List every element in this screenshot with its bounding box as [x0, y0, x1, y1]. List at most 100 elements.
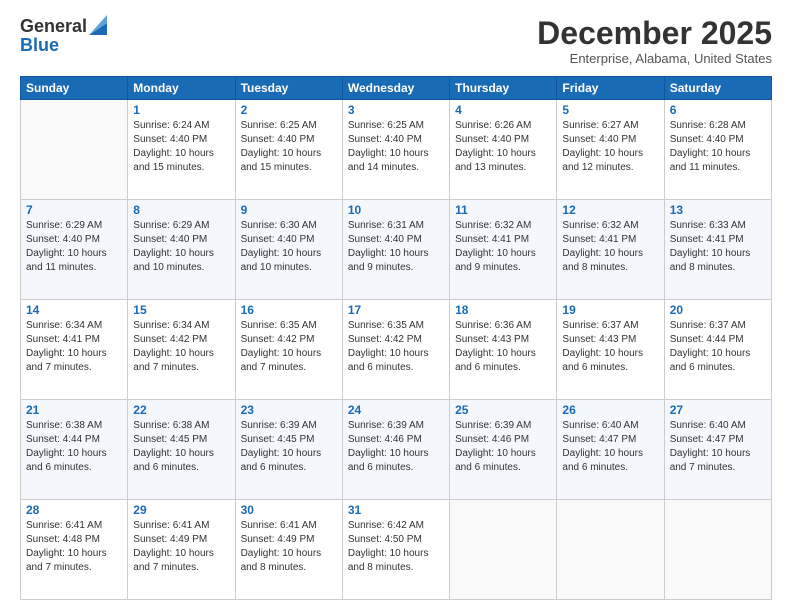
day-info: Sunrise: 6:25 AMSunset: 4:40 PMDaylight:… — [241, 119, 337, 175]
day-number: 20 — [670, 303, 766, 317]
month-title: December 2025 — [537, 16, 772, 51]
day-info: Sunrise: 6:24 AMSunset: 4:40 PMDaylight:… — [133, 119, 229, 175]
day-info: Sunrise: 6:41 AMSunset: 4:49 PMDaylight:… — [133, 519, 229, 575]
table-row: 30Sunrise: 6:41 AMSunset: 4:49 PMDayligh… — [235, 500, 342, 600]
day-info: Sunrise: 6:32 AMSunset: 4:41 PMDaylight:… — [455, 219, 551, 275]
day-number: 7 — [26, 203, 122, 217]
table-row: 5Sunrise: 6:27 AMSunset: 4:40 PMDaylight… — [557, 100, 664, 200]
day-info: Sunrise: 6:41 AMSunset: 4:48 PMDaylight:… — [26, 519, 122, 575]
day-number: 18 — [455, 303, 551, 317]
table-row: 27 Sunrise: 6:40 AMSunset: 4:47 PMDayligh… — [664, 400, 771, 500]
day-number: 31 — [348, 503, 444, 517]
table-row: 31 Sunrise: 6:42 AMSunset: 4:50 PMDayligh… — [342, 500, 449, 600]
day-number: 26 — [562, 403, 658, 417]
day-number: 22 — [133, 403, 229, 417]
day-info: Sunrise: 6:29 AMSunset: 4:40 PMDaylight:… — [26, 219, 122, 275]
table-row: 6 Sunrise: 6:28 AMSunset: 4:40 PMDaylight… — [664, 100, 771, 200]
day-info: Sunrise: 6:35 AMSunset: 4:42 PMDaylight:… — [348, 319, 444, 375]
table-row: 16Sunrise: 6:35 AMSunset: 4:42 PMDayligh… — [235, 300, 342, 400]
day-info: Sunrise: 6:40 AMSunset: 4:47 PMDaylight:… — [670, 419, 766, 475]
day-info: Sunrise: 6:40 AMSunset: 4:47 PMDaylight:… — [562, 419, 658, 475]
logo: General Blue — [20, 16, 107, 56]
day-info: Sunrise: 6:30 AMSunset: 4:40 PMDaylight:… — [241, 219, 337, 275]
col-header-saturday: Saturday — [664, 77, 771, 100]
table-row: 24 Sunrise: 6:39 AMSunset: 4:46 PMDayligh… — [342, 400, 449, 500]
table-row: 11 Sunrise: 6:32 AMSunset: 4:41 PMDayligh… — [450, 200, 557, 300]
day-number: 12 — [562, 203, 658, 217]
table-row: 1 Sunrise: 6:24 AMSunset: 4:40 PMDaylight… — [128, 100, 235, 200]
logo-icon — [89, 15, 107, 35]
calendar-table: SundayMondayTuesdayWednesdayThursdayFrid… — [20, 76, 772, 600]
table-row: 14 Sunrise: 6:34 AMSunset: 4:41 PMDayligh… — [21, 300, 128, 400]
day-number: 8 — [133, 203, 229, 217]
day-info: Sunrise: 6:42 AMSunset: 4:50 PMDaylight:… — [348, 519, 444, 575]
day-number: 5 — [562, 103, 658, 117]
table-row: 13 Sunrise: 6:33 AMSunset: 4:41 PMDayligh… — [664, 200, 771, 300]
day-info: Sunrise: 6:37 AMSunset: 4:43 PMDaylight:… — [562, 319, 658, 375]
table-row — [557, 500, 664, 600]
table-row: 25 Sunrise: 6:39 AMSunset: 4:46 PMDayligh… — [450, 400, 557, 500]
col-header-thursday: Thursday — [450, 77, 557, 100]
col-header-friday: Friday — [557, 77, 664, 100]
day-info: Sunrise: 6:34 AMSunset: 4:41 PMDaylight:… — [26, 319, 122, 375]
table-row: 18 Sunrise: 6:36 AMSunset: 4:43 PMDayligh… — [450, 300, 557, 400]
location: Enterprise, Alabama, United States — [537, 51, 772, 66]
day-number: 21 — [26, 403, 122, 417]
day-number: 6 — [670, 103, 766, 117]
table-row: 8 Sunrise: 6:29 AMSunset: 4:40 PMDaylight… — [128, 200, 235, 300]
header: General Blue December 2025 Enterprise, A… — [20, 16, 772, 66]
calendar-page: General Blue December 2025 Enterprise, A… — [0, 0, 792, 612]
table-row: 22 Sunrise: 6:38 AMSunset: 4:45 PMDayligh… — [128, 400, 235, 500]
table-row — [21, 100, 128, 200]
day-number: 25 — [455, 403, 551, 417]
table-row: 26 Sunrise: 6:40 AMSunset: 4:47 PMDayligh… — [557, 400, 664, 500]
day-number: 24 — [348, 403, 444, 417]
table-row: 10Sunrise: 6:31 AMSunset: 4:40 PMDayligh… — [342, 200, 449, 300]
col-header-wednesday: Wednesday — [342, 77, 449, 100]
table-row: 2 Sunrise: 6:25 AMSunset: 4:40 PMDaylight… — [235, 100, 342, 200]
day-number: 2 — [241, 103, 337, 117]
table-row: 4Sunrise: 6:26 AMSunset: 4:40 PMDaylight… — [450, 100, 557, 200]
col-header-monday: Monday — [128, 77, 235, 100]
day-number: 13 — [670, 203, 766, 217]
logo-blue: Blue — [20, 35, 107, 56]
day-number: 1 — [133, 103, 229, 117]
day-info: Sunrise: 6:35 AMSunset: 4:42 PMDaylight:… — [241, 319, 337, 375]
col-header-tuesday: Tuesday — [235, 77, 342, 100]
day-info: Sunrise: 6:38 AMSunset: 4:44 PMDaylight:… — [26, 419, 122, 475]
day-number: 23 — [241, 403, 337, 417]
table-row: 19 Sunrise: 6:37 AMSunset: 4:43 PMDayligh… — [557, 300, 664, 400]
logo-general: General — [20, 16, 87, 37]
title-block: December 2025 Enterprise, Alabama, Unite… — [537, 16, 772, 66]
day-number: 9 — [241, 203, 337, 217]
table-row: 15Sunrise: 6:34 AMSunset: 4:42 PMDayligh… — [128, 300, 235, 400]
table-row: 17 Sunrise: 6:35 AMSunset: 4:42 PMDayligh… — [342, 300, 449, 400]
table-row: 28 Sunrise: 6:41 AMSunset: 4:48 PMDayligh… — [21, 500, 128, 600]
day-number: 19 — [562, 303, 658, 317]
day-info: Sunrise: 6:25 AMSunset: 4:40 PMDaylight:… — [348, 119, 444, 175]
day-number: 4 — [455, 103, 551, 117]
day-number: 14 — [26, 303, 122, 317]
day-info: Sunrise: 6:39 AMSunset: 4:46 PMDaylight:… — [348, 419, 444, 475]
table-row: 9 Sunrise: 6:30 AMSunset: 4:40 PMDaylight… — [235, 200, 342, 300]
day-info: Sunrise: 6:33 AMSunset: 4:41 PMDaylight:… — [670, 219, 766, 275]
table-row: 23 Sunrise: 6:39 AMSunset: 4:45 PMDayligh… — [235, 400, 342, 500]
day-number: 17 — [348, 303, 444, 317]
day-number: 28 — [26, 503, 122, 517]
day-info: Sunrise: 6:36 AMSunset: 4:43 PMDaylight:… — [455, 319, 551, 375]
table-row: 21 Sunrise: 6:38 AMSunset: 4:44 PMDayligh… — [21, 400, 128, 500]
day-info: Sunrise: 6:38 AMSunset: 4:45 PMDaylight:… — [133, 419, 229, 475]
day-info: Sunrise: 6:32 AMSunset: 4:41 PMDaylight:… — [562, 219, 658, 275]
day-info: Sunrise: 6:39 AMSunset: 4:46 PMDaylight:… — [455, 419, 551, 475]
day-info: Sunrise: 6:31 AMSunset: 4:40 PMDaylight:… — [348, 219, 444, 275]
day-number: 29 — [133, 503, 229, 517]
table-row: 3Sunrise: 6:25 AMSunset: 4:40 PMDaylight… — [342, 100, 449, 200]
day-number: 27 — [670, 403, 766, 417]
day-info: Sunrise: 6:29 AMSunset: 4:40 PMDaylight:… — [133, 219, 229, 275]
table-row: 29 Sunrise: 6:41 AMSunset: 4:49 PMDayligh… — [128, 500, 235, 600]
day-info: Sunrise: 6:28 AMSunset: 4:40 PMDaylight:… — [670, 119, 766, 175]
day-info: Sunrise: 6:41 AMSunset: 4:49 PMDaylight:… — [241, 519, 337, 575]
day-info: Sunrise: 6:39 AMSunset: 4:45 PMDaylight:… — [241, 419, 337, 475]
table-row: 20Sunrise: 6:37 AMSunset: 4:44 PMDayligh… — [664, 300, 771, 400]
day-number: 11 — [455, 203, 551, 217]
